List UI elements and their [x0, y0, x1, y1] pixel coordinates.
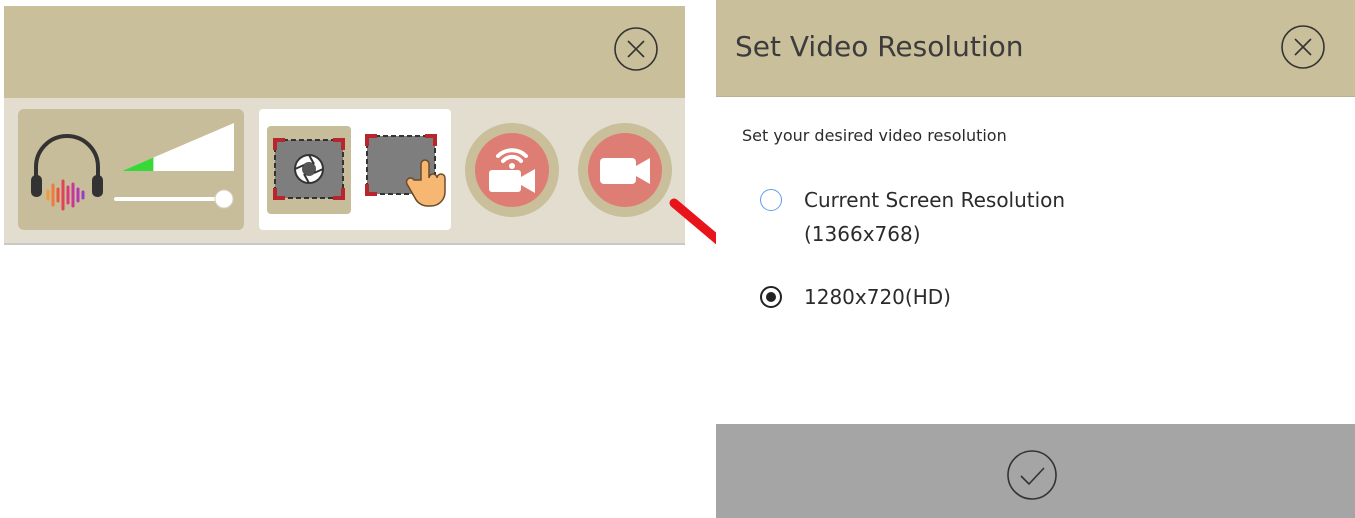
dialog-close-button[interactable]: [1280, 24, 1326, 70]
radio-current-screen[interactable]: [760, 189, 782, 211]
option-label-current-screen-size: (1366x768): [804, 222, 921, 246]
stream-button[interactable]: [465, 123, 559, 217]
close-circle-icon: [1281, 25, 1325, 69]
checkmark-circle-icon: [1007, 450, 1057, 500]
dialog-title: Set Video Resolution: [735, 30, 1024, 63]
video-resolution-dialog: Set Video Resolution Set your desired vi…: [716, 0, 1355, 518]
audio-panel: [18, 109, 244, 230]
record-camera-icon: [600, 158, 650, 184]
option-label-hd: 1280x720(HD): [804, 285, 951, 309]
recording-toolbar: [4, 6, 685, 245]
confirm-button[interactable]: [1006, 449, 1058, 501]
region-capture-button[interactable]: [363, 134, 451, 214]
record-button[interactable]: [578, 123, 672, 217]
dialog-footer: [716, 424, 1355, 518]
fullscreen-capture-icon: [273, 138, 345, 200]
toolbar-header: [4, 6, 685, 98]
option-label-current-screen: Current Screen Resolution: [804, 188, 1066, 212]
fullscreen-capture-button[interactable]: [267, 126, 351, 214]
dialog-subtitle: Set your desired video resolution: [742, 126, 1007, 145]
region-capture-icon: [365, 134, 446, 207]
volume-slider[interactable]: [114, 189, 236, 209]
close-circle-icon: [614, 27, 658, 71]
volume-level-icon[interactable]: [122, 123, 234, 171]
capture-mode-panel: [259, 109, 451, 230]
toolbar-close-button[interactable]: [613, 26, 659, 72]
toolbar-body: [4, 98, 685, 245]
radio-hd[interactable]: [760, 286, 782, 308]
headphones-icon[interactable]: [28, 129, 106, 211]
dialog-header: Set Video Resolution: [716, 0, 1355, 97]
stream-camera-icon: [489, 148, 535, 193]
